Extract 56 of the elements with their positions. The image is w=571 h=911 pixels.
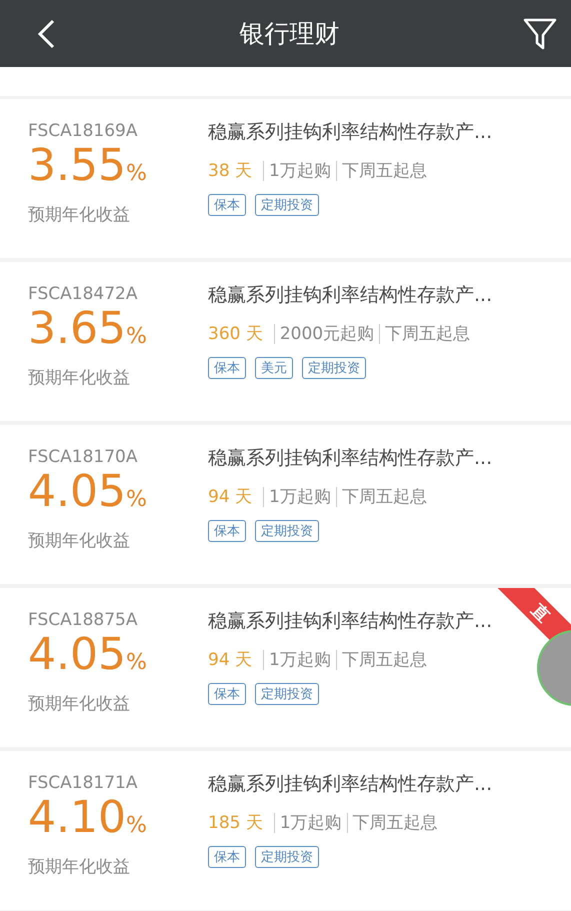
yield-label: 预期年化收益 (28, 693, 131, 715)
product-card[interactable]: FSCA18170A 4.05% 预期年化收益 稳赢系列挂钩利率结构性存款产... 94 天 1万起购 下周五起息 保本 定期投资 (0, 425, 571, 584)
product-tag: 定期投资 (255, 194, 319, 216)
product-title: 稳赢系列挂钩利率结构性存款产... (208, 283, 492, 308)
yield-rate: 4.05% (28, 630, 148, 682)
product-tag: 定期投资 (255, 846, 319, 868)
interest-start-text: 下周五起息 (385, 323, 470, 345)
product-title: 稳赢系列挂钩利率结构性存款产... (208, 609, 492, 634)
min-purchase-text: 1万起购 (269, 160, 331, 182)
product-code: FSCA18472A (28, 284, 138, 304)
term-text: 94 天 (208, 486, 252, 508)
interest-start-text: 下周五起息 (342, 160, 427, 182)
product-card[interactable]: FSCA18875A 4.05% 预期年化收益 稳赢系列挂钩利率结构性存款产... 94 天 1万起购 下周五起息 保本 定期投资 直 (0, 588, 571, 747)
product-tag: 保本 (208, 357, 246, 379)
min-purchase-text: 1万起购 (269, 649, 331, 671)
yield-rate: 4.05% (28, 467, 148, 519)
yield-label: 预期年化收益 (28, 530, 131, 552)
yield-rate: 3.55% (28, 141, 148, 193)
product-card[interactable]: FSCA18171A 4.10% 预期年化收益 稳赢系列挂钩利率结构性存款产... 185 天 1万起购 下周五起息 保本 定期投资 (0, 751, 571, 910)
product-tag: 定期投资 (255, 520, 319, 542)
filter-icon (523, 16, 557, 50)
yield-rate: 4.10% (28, 793, 148, 845)
back-icon (36, 18, 56, 50)
min-purchase-text: 2000元起购 (280, 323, 374, 345)
filter-button[interactable] (523, 16, 557, 50)
min-purchase-text: 1万起购 (280, 812, 342, 834)
yield-rate: 3.65% (28, 304, 148, 356)
term-text: 38 天 (208, 160, 252, 182)
product-code: FSCA18875A (28, 610, 138, 630)
page-title: 银行理财 (240, 18, 340, 50)
product-code: FSCA18171A (28, 773, 138, 793)
product-tag: 美元 (255, 357, 293, 379)
term-text: 185 天 (208, 812, 263, 834)
product-tag: 保本 (208, 520, 246, 542)
back-button[interactable] (36, 18, 56, 50)
interest-start-text: 下周五起息 (352, 812, 438, 834)
product-tag: 定期投资 (302, 357, 366, 379)
product-title: 稳赢系列挂钩利率结构性存款产... (208, 772, 492, 797)
product-card[interactable]: FSCA18472A 3.65% 预期年化收益 稳赢系列挂钩利率结构性存款产... 360 天 2000元起购 下周五起息 保本 美元 定期投资 (0, 262, 571, 421)
product-code: FSCA18169A (28, 121, 138, 141)
term-text: 94 天 (208, 649, 252, 671)
product-tag: 保本 (208, 846, 246, 868)
product-code: FSCA18170A (28, 447, 138, 467)
yield-label: 预期年化收益 (28, 204, 131, 226)
product-tag: 保本 (208, 683, 246, 705)
yield-label: 预期年化收益 (28, 367, 131, 389)
product-title: 稳赢系列挂钩利率结构性存款产... (208, 446, 492, 471)
product-title: 稳赢系列挂钩利率结构性存款产... (208, 120, 492, 145)
min-purchase-text: 1万起购 (269, 486, 331, 508)
yield-label: 预期年化收益 (28, 856, 131, 878)
product-tag: 定期投资 (255, 683, 319, 705)
interest-start-text: 下周五起息 (342, 649, 427, 671)
product-card[interactable]: FSCA18169A 3.55% 预期年化收益 稳赢系列挂钩利率结构性存款产... 38 天 1万起购 下周五起息 保本 定期投资 (0, 99, 571, 258)
interest-start-text: 下周五起息 (342, 486, 427, 508)
term-text: 360 天 (208, 323, 263, 345)
product-tag: 保本 (208, 194, 246, 216)
